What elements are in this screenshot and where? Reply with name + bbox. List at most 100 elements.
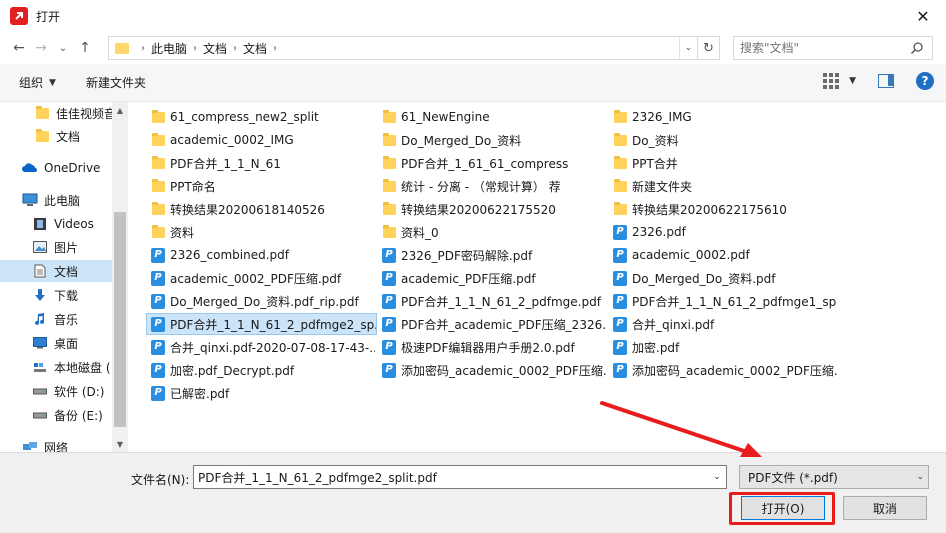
pdf-file-icon: P	[381, 339, 397, 355]
pdf-file-icon: P	[150, 316, 166, 332]
sidebar-item-network[interactable]: 网络	[0, 436, 112, 452]
chevron-down-icon[interactable]: ⌄	[916, 466, 924, 488]
window-title: 打开	[36, 9, 61, 24]
list-item[interactable]: Pacademic_PDF压缩.pdf	[381, 267, 606, 289]
folder-icon	[612, 109, 628, 125]
scroll-down-icon[interactable]: ▼	[112, 436, 128, 452]
list-item[interactable]: 转换结果20200622175520	[381, 198, 606, 220]
list-item[interactable]: 61_compress_new2_split	[150, 106, 375, 128]
list-item[interactable]: academic_0002_IMG	[150, 129, 375, 151]
sidebar-item-music[interactable]: 音乐	[0, 308, 112, 330]
back-button[interactable]: ←	[8, 36, 30, 60]
chevron-right-icon: ›	[273, 42, 278, 54]
list-item[interactable]: P 合并_qinxi.pdf	[612, 313, 837, 335]
address-dropdown-button[interactable]: ⌄	[679, 37, 697, 59]
view-options-icon[interactable]	[823, 73, 840, 89]
scrollbar-thumb[interactable]	[114, 212, 126, 427]
sidebar-item-documents[interactable]: 文档	[0, 260, 112, 282]
sidebar-item-label: 备份 (E:)	[54, 408, 103, 423]
sidebar-item-local-disk[interactable]: 本地磁盘 (	[0, 356, 112, 378]
list-item[interactable]: 2326_IMG	[612, 106, 837, 128]
list-item[interactable]: Pacademic_0002_PDF压缩.pdf	[150, 267, 375, 289]
search-input[interactable]	[740, 38, 910, 58]
search-box[interactable]	[733, 36, 933, 60]
list-item[interactable]: P PDF合并_1_1_N_61_2_pdfmge1_sp...	[612, 290, 837, 312]
sidebar-item-onedrive[interactable]: OneDrive	[0, 157, 112, 179]
sidebar-item-pictures[interactable]: 图片	[0, 236, 112, 258]
list-item[interactable]: PDF合并_1_61_61_compress	[381, 152, 606, 174]
open-button[interactable]: 打开(O)	[741, 496, 825, 520]
sidebar-item-drive-d[interactable]: 软件 (D:)	[0, 380, 112, 402]
list-item[interactable]: 统计 - 分离 - （常规计算） 荐	[381, 175, 606, 197]
help-icon[interactable]: ?	[916, 72, 934, 90]
list-item[interactable]: P 合并_qinxi.pdf-2020-07-08-17-43-...	[150, 336, 375, 358]
list-item[interactable]: P 添加密码_academic_0002_PDF压缩...	[381, 359, 606, 381]
drive-icon	[32, 383, 48, 399]
file-name: 2326.pdf	[632, 225, 686, 239]
list-item[interactable]: Pacademic_0002.pdf	[612, 244, 837, 266]
folder-icon	[150, 155, 166, 171]
file-name: 转换结果20200618140526	[170, 202, 325, 217]
list-item[interactable]: P PDF合并_1_1_N_61_2_pdfmge.pdf	[381, 290, 606, 312]
scroll-up-icon[interactable]: ▲	[112, 102, 128, 118]
sidebar-scrollbar[interactable]: ▲ ▼	[112, 102, 128, 452]
refresh-button[interactable]: ↻	[698, 36, 720, 60]
list-item[interactable]: P 2326_PDF密码解除.pdf	[381, 244, 606, 266]
sidebar-item-drive-e[interactable]: 备份 (E:)	[0, 404, 112, 426]
list-item[interactable]: 资料_0	[381, 221, 606, 243]
list-item[interactable]: 新建文件夹	[612, 175, 837, 197]
list-item[interactable]: P Do_Merged_Do_资料.pdf_rip.pdf	[150, 290, 375, 312]
file-name: PDF合并_1_1_N_61	[170, 156, 281, 171]
file-name: academic_0002.pdf	[632, 248, 750, 262]
new-folder-button[interactable]: 新建文件夹	[86, 74, 146, 91]
sidebar-item-label: 佳佳视频音	[56, 106, 112, 121]
list-item[interactable]: P Do_Merged_Do_资料.pdf	[612, 267, 837, 289]
list-item-selected[interactable]: P PDF合并_1_1_N_61_2_pdfmge2_sp...	[146, 313, 377, 335]
pdf-file-icon: P	[150, 293, 166, 309]
list-item[interactable]: PPT合并	[612, 152, 837, 174]
pdf-file-icon: P	[150, 247, 166, 263]
organize-button[interactable]: 组织 ▼	[19, 74, 56, 91]
sidebar-item-label: Videos	[54, 217, 94, 231]
pdf-file-icon: P	[612, 224, 628, 240]
list-item[interactable]: P 添加密码_academic_0002_PDF压缩..	[612, 359, 837, 381]
forward-button[interactable]: →	[30, 36, 52, 60]
preview-pane-icon[interactable]	[878, 74, 894, 88]
view-dropdown-button[interactable]: ▼	[849, 76, 856, 86]
address-bar[interactable]: › 此电脑 › 文档 › 文档 › ⌄	[108, 36, 698, 60]
filename-input[interactable]: PDF合并_1_1_N_61_2_pdfmge2_split.pdf	[198, 469, 437, 486]
close-button[interactable]: ✕	[900, 0, 946, 32]
folder-icon	[34, 105, 50, 121]
up-button[interactable]: ↑	[74, 36, 96, 60]
list-item[interactable]: Do_Merged_Do_资料	[381, 129, 606, 151]
list-item[interactable]: PPT命名	[150, 175, 375, 197]
sidebar-item-this-pc[interactable]: 此电脑	[0, 189, 112, 211]
list-item[interactable]: P 2326.pdf	[612, 221, 837, 243]
recent-locations-button[interactable]: ⌄	[52, 36, 74, 60]
picture-icon	[32, 239, 48, 255]
list-item[interactable]: 61_NewEngine	[381, 106, 606, 128]
sidebar-item-downloads[interactable]: 下载	[0, 284, 112, 306]
list-item[interactable]: P 加密.pdf	[612, 336, 837, 358]
list-item[interactable]: 转换结果20200618140526	[150, 198, 375, 220]
list-item[interactable]: P 已解密.pdf	[150, 382, 375, 404]
list-item[interactable]: 资料	[150, 221, 375, 243]
folder-icon	[150, 224, 166, 240]
filetype-value: PDF文件 (*.pdf)	[748, 470, 838, 485]
sidebar-item-documents-quick[interactable]: 文档	[0, 125, 112, 147]
list-item[interactable]: P 2326_combined.pdf	[150, 244, 375, 266]
list-item[interactable]: Do_资料	[612, 129, 837, 151]
sidebar-item-videos[interactable]: Videos	[0, 213, 112, 235]
list-item[interactable]: PDF合并_1_1_N_61	[150, 152, 375, 174]
list-item[interactable]: P 极速PDF编辑器用户手册2.0.pdf	[381, 336, 606, 358]
sidebar-item-desktop[interactable]: 桌面	[0, 332, 112, 354]
sidebar-item-jiajia[interactable]: 佳佳视频音	[0, 102, 112, 124]
list-item[interactable]: 转换结果20200622175610	[612, 198, 837, 220]
list-item[interactable]: P PDF合并_academic_PDF压缩_2326....	[381, 313, 606, 335]
list-item[interactable]: P 加密.pdf_Decrypt.pdf	[150, 359, 375, 381]
cancel-button[interactable]: 取消	[843, 496, 927, 520]
breadcrumb-documents[interactable]: 文档	[203, 40, 227, 57]
breadcrumb-this-pc[interactable]: 此电脑	[151, 40, 187, 57]
app-logo-icon	[10, 7, 28, 25]
breadcrumb-documents-2[interactable]: 文档	[243, 40, 267, 57]
